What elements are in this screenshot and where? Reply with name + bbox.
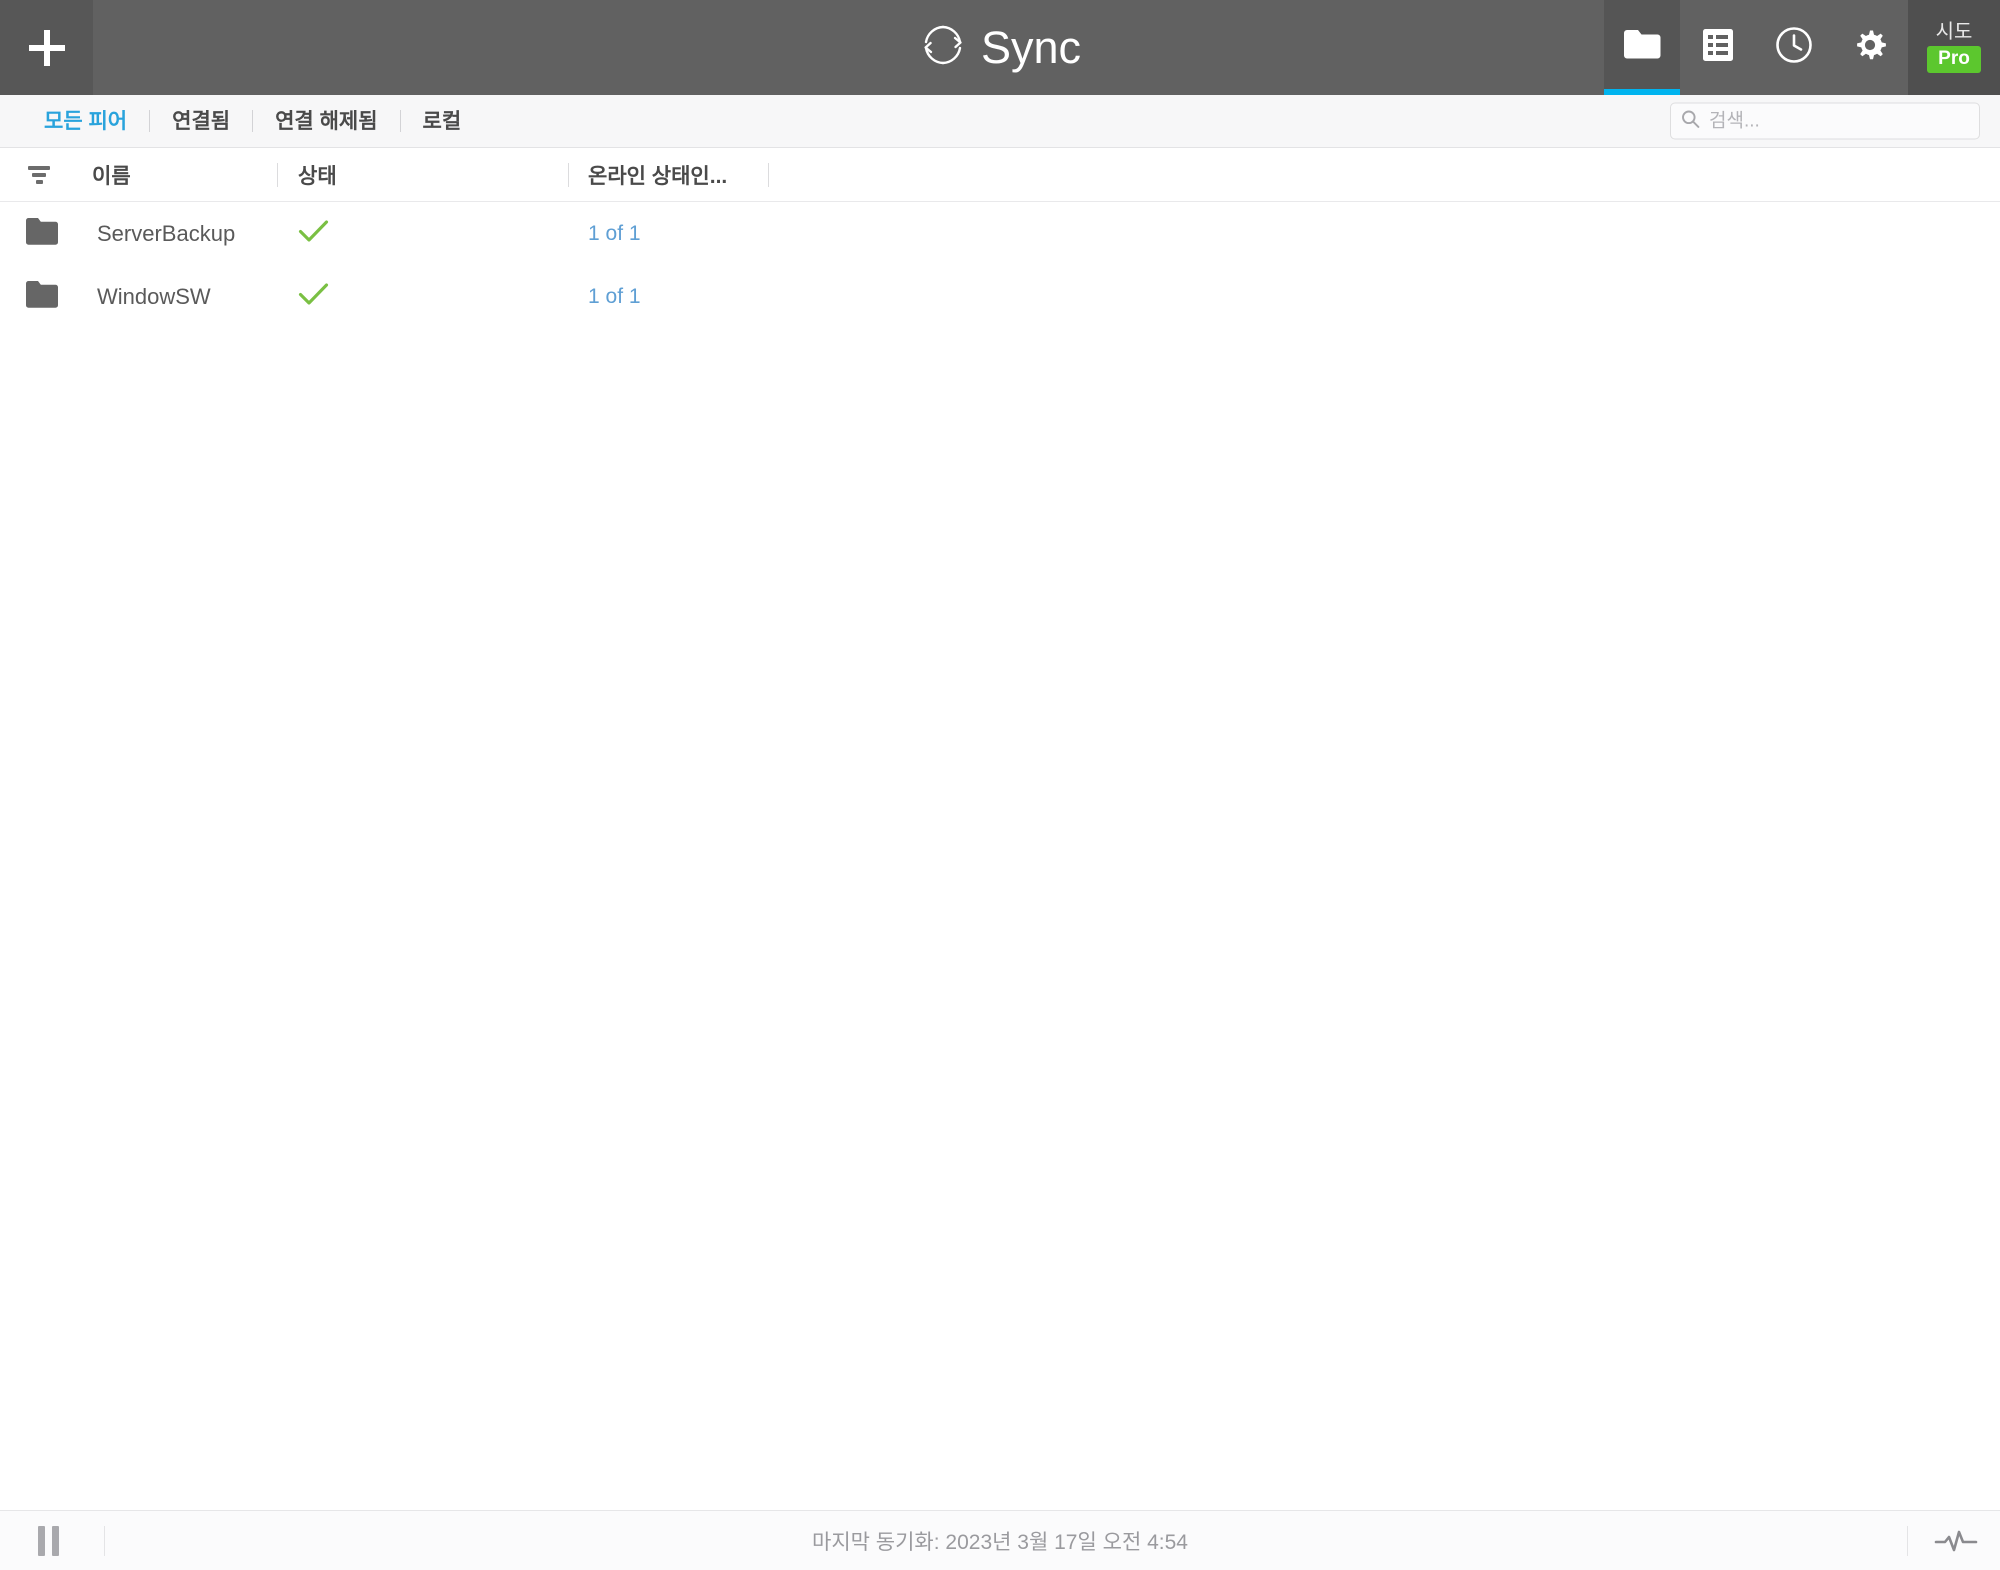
folder-name: ServerBackup — [97, 220, 236, 246]
peer-filter-group: 모든 피어 연결됨 연결 해제됨 로컬 — [22, 110, 483, 132]
gear-icon — [1851, 26, 1889, 69]
header-spacer — [93, 0, 1604, 95]
online-peers-link[interactable]: 1 of 1 — [588, 285, 641, 309]
check-icon — [298, 219, 329, 248]
column-header-online[interactable]: 온라인 상태인... — [588, 160, 727, 190]
pause-button[interactable] — [24, 1511, 72, 1570]
divider — [1907, 1525, 1908, 1556]
table-column-header: 이름 상태 온라인 상태인... — [0, 148, 2000, 202]
column-header-name[interactable]: 이름 — [92, 160, 131, 190]
header-nav-tabs — [1604, 0, 1908, 95]
status-bar: 마지막 동기화: 2023년 3월 17일 오전 4:54 — [0, 1510, 2000, 1570]
peer-filter-disconnected[interactable]: 연결 해제됨 — [253, 111, 399, 132]
table-row[interactable]: WindowSW 1 of 1 — [0, 265, 2000, 328]
plus-icon — [28, 29, 65, 66]
account-menu-button[interactable]: 시도 Pro — [1908, 0, 2000, 95]
search-input[interactable] — [1709, 110, 1969, 132]
app-header: Sync 시도 Pro — [0, 0, 2000, 95]
peer-filter-local[interactable]: 로컬 — [401, 111, 484, 132]
folder-name: WindowSW — [97, 283, 211, 309]
peer-filter-all[interactable]: 모든 피어 — [22, 111, 149, 132]
divider — [277, 162, 278, 187]
document-list-icon — [1702, 28, 1734, 67]
sync-status — [298, 219, 329, 248]
pause-icon — [37, 1525, 59, 1556]
folder-icon — [26, 217, 58, 250]
folder-icon — [1623, 29, 1661, 66]
status-badge: Pro — [1927, 46, 1981, 73]
activity-pulse-icon[interactable] — [1934, 1529, 1978, 1553]
search-icon — [1681, 109, 1700, 133]
search-box[interactable] — [1670, 102, 1980, 140]
add-folder-button[interactable] — [0, 0, 93, 95]
folder-icon — [26, 280, 58, 313]
table-row[interactable]: ServerBackup 1 of 1 — [0, 202, 2000, 265]
clock-icon — [1775, 26, 1813, 69]
nav-tab-settings[interactable] — [1832, 0, 1908, 95]
divider — [568, 162, 569, 187]
online-peers-link[interactable]: 1 of 1 — [588, 222, 641, 246]
sync-app-window: Sync 시도 Pro 모든 피어 연결됨 연결 해제됨 로컬 검색... 이름… — [0, 0, 2000, 1570]
filter-icon[interactable] — [28, 165, 50, 184]
status-bar-right — [1907, 1525, 1978, 1556]
nav-tab-folders[interactable] — [1604, 0, 1680, 95]
account-name: 시도 — [1935, 21, 1973, 44]
sync-status — [298, 282, 329, 311]
nav-tab-transfers[interactable] — [1680, 0, 1756, 95]
folder-list: ServerBackup 1 of 1 WindowSW 1 of 1 — [0, 202, 2000, 1510]
peer-filter-connected[interactable]: 연결됨 — [150, 111, 252, 132]
column-header-status[interactable]: 상태 — [298, 160, 337, 190]
nav-tab-history[interactable] — [1756, 0, 1832, 95]
last-sync-text: 마지막 동기화: 2023년 3월 17일 오전 4:54 — [812, 1530, 1188, 1554]
check-icon — [298, 282, 329, 311]
divider — [768, 162, 769, 187]
filter-toolbar: 모든 피어 연결됨 연결 해제됨 로컬 — [0, 95, 2000, 148]
divider — [104, 1525, 105, 1556]
